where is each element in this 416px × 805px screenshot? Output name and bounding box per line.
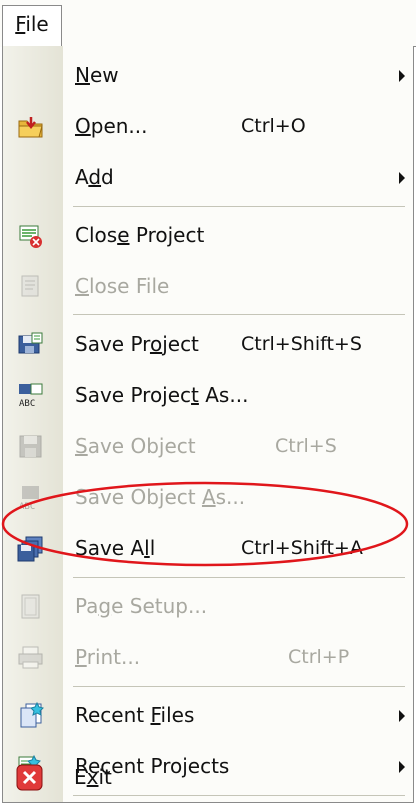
page-setup-icon bbox=[21, 594, 40, 619]
menu-item-label: Add bbox=[75, 165, 114, 189]
menu-separator bbox=[73, 686, 405, 687]
menu-item-label: Page Setup... bbox=[75, 594, 208, 618]
menu-item-label: Close File bbox=[75, 274, 170, 298]
submenu-arrow-icon bbox=[399, 710, 405, 722]
save-project-as-icon: ABC bbox=[19, 383, 43, 409]
menu-item-label: Save Object As... bbox=[75, 485, 246, 509]
menu-item-label: Save Object bbox=[75, 434, 196, 458]
close-file-icon bbox=[21, 275, 39, 297]
print-icon bbox=[18, 646, 43, 669]
menu-item-label: Open... bbox=[75, 114, 148, 138]
menu-item-shortcut: Ctrl+O bbox=[241, 115, 306, 137]
menu-item-new[interactable]: New bbox=[3, 50, 413, 101]
menu-item-add[interactable]: Add bbox=[3, 152, 413, 203]
close-project-icon bbox=[19, 225, 42, 248]
menu-item-label: Close Project bbox=[75, 223, 205, 247]
menu-item-save-object-as[interactable]: ABC Save Object As... bbox=[3, 472, 413, 523]
menu-item-save-object[interactable]: Save Object Ctrl+S bbox=[3, 421, 413, 472]
svg-text:ABC: ABC bbox=[19, 502, 35, 511]
menu-item-page-setup[interactable]: Page Setup... bbox=[3, 581, 413, 632]
submenu-arrow-icon bbox=[399, 172, 405, 184]
menu-item-close-file[interactable]: Close File bbox=[3, 261, 413, 312]
save-object-as-icon: ABC bbox=[19, 486, 39, 511]
save-project-icon bbox=[18, 332, 43, 354]
save-all-icon bbox=[17, 536, 43, 562]
menu-separator bbox=[73, 577, 405, 578]
menu-item-recent-files[interactable]: Recent Files bbox=[3, 690, 413, 741]
menu-item-close-project[interactable]: Close Project bbox=[3, 210, 413, 261]
menu-item-label: Save All bbox=[75, 536, 156, 560]
menu-item-save-project[interactable]: Save Project Ctrl+Shift+S bbox=[3, 319, 413, 370]
menu-item-label: Save Project bbox=[75, 332, 199, 356]
menu-item-label: Recent Files bbox=[75, 703, 195, 727]
menu-item-label: Save Project As... bbox=[75, 383, 249, 407]
menu-item-save-all[interactable]: Save All Ctrl+Shift+A bbox=[3, 523, 413, 574]
menu-item-exit[interactable]: Exit bbox=[2, 752, 412, 803]
save-object-icon bbox=[19, 435, 42, 458]
menu-item-shortcut: Ctrl+P bbox=[288, 646, 350, 668]
menu-item-label: Exit bbox=[74, 765, 112, 789]
menu-item-label: Print... bbox=[75, 645, 141, 669]
menu-item-label: New bbox=[75, 63, 119, 87]
menu-separator bbox=[73, 206, 405, 207]
exit-icon bbox=[16, 764, 43, 791]
svg-text:ABC: ABC bbox=[19, 399, 35, 409]
menu-item-save-project-as[interactable]: ABC Save Project As... bbox=[3, 370, 413, 421]
recent-files-icon bbox=[20, 702, 44, 728]
menu-item-shortcut: Ctrl+S bbox=[275, 435, 337, 457]
file-dropdown-menu: New Open... Ctrl+O Add Close Project Clo… bbox=[2, 46, 414, 803]
menu-item-print[interactable]: Print... Ctrl+P bbox=[3, 632, 413, 683]
menu-separator bbox=[73, 314, 405, 315]
file-menu-tab[interactable]: File bbox=[2, 5, 62, 47]
menu-item-shortcut: Ctrl+Shift+S bbox=[241, 333, 362, 355]
open-folder-icon bbox=[18, 117, 43, 138]
menu-item-shortcut: Ctrl+Shift+A bbox=[241, 537, 363, 559]
menu-bar: File bbox=[0, 0, 416, 47]
submenu-arrow-icon bbox=[399, 70, 405, 82]
menu-item-open[interactable]: Open... Ctrl+O bbox=[3, 101, 413, 152]
